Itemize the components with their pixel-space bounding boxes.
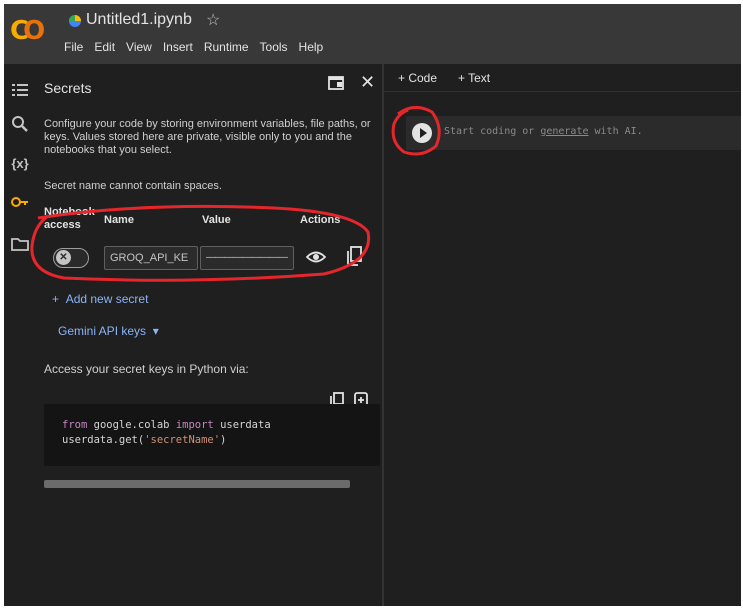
- secret-value-field[interactable]: —————————: [200, 246, 294, 270]
- drive-icon: [69, 15, 81, 27]
- menu-tools[interactable]: Tools: [260, 40, 288, 54]
- menu-runtime[interactable]: Runtime: [204, 40, 249, 54]
- gemini-api-keys-dropdown[interactable]: Gemini API keys ▾: [58, 324, 159, 338]
- placeholder-text: Start coding or: [444, 126, 541, 137]
- column-notebook-access: Notebook access: [44, 206, 95, 231]
- column-name: Name: [104, 214, 134, 226]
- add-text-button[interactable]: + Text: [458, 71, 490, 85]
- placeholder-text: with AI.: [588, 126, 643, 137]
- add-secret-label: Add new secret: [65, 292, 149, 306]
- code-module: google.colab: [87, 419, 176, 431]
- toggle-off-icon: ✕: [56, 250, 71, 265]
- horizontal-scrollbar[interactable]: [44, 480, 350, 488]
- add-code-label: Code: [408, 71, 438, 85]
- code-keyword: from: [62, 419, 88, 431]
- code-name: userdata: [213, 419, 271, 431]
- open-in-tab-icon[interactable]: [328, 76, 344, 90]
- access-instructions: Access your secret keys in Python via:: [44, 362, 249, 376]
- panel-title: Secrets: [44, 80, 92, 96]
- notebook-title[interactable]: Untitled1.ipynb: [86, 11, 192, 29]
- colab-logo[interactable]: CO: [10, 16, 45, 46]
- add-new-secret-button[interactable]: + Add new secret: [52, 292, 148, 306]
- close-icon[interactable]: ✕: [360, 72, 375, 93]
- menu-file[interactable]: File: [64, 40, 83, 54]
- variables-icon[interactable]: {x}: [10, 156, 30, 176]
- folder-icon[interactable]: [10, 234, 30, 254]
- generate-link[interactable]: generate: [540, 126, 588, 137]
- code-paren: ): [220, 434, 227, 446]
- code-call: userdata.get(: [62, 434, 145, 446]
- chevron-down-icon: ▾: [146, 324, 159, 338]
- column-value: Value: [202, 214, 231, 226]
- notebook-toolbar: + Code + Text: [384, 64, 741, 92]
- menu-bar: File Edit View Insert Runtime Tools Help: [64, 40, 323, 54]
- notebook-area: + Code + Text Start coding or generate w…: [384, 64, 741, 606]
- search-icon[interactable]: [10, 114, 30, 134]
- code-snippet: from google.colab import userdata userda…: [44, 404, 380, 466]
- left-rail: {x}: [4, 64, 38, 606]
- code-cell[interactable]: Start coding or generate with AI.: [406, 116, 741, 150]
- secrets-panel: Secrets ✕ Configure your code by storing…: [38, 64, 382, 606]
- notebook-access-toggle[interactable]: ✕: [53, 248, 89, 268]
- menu-help[interactable]: Help: [299, 40, 324, 54]
- colab-window: CO Untitled1.ipynb ☆ File Edit View Inse…: [4, 4, 741, 606]
- header: CO Untitled1.ipynb ☆ File Edit View Inse…: [4, 4, 741, 64]
- add-code-button[interactable]: + Code: [398, 71, 437, 85]
- plus-icon: +: [52, 292, 66, 306]
- run-cell-button[interactable]: [412, 123, 432, 143]
- copy-icon[interactable]: [346, 246, 362, 266]
- secret-name-field[interactable]: GROQ_API_KE: [104, 246, 198, 270]
- plus-icon: +: [398, 71, 409, 85]
- code-string: 'secretName': [144, 434, 221, 446]
- cell-placeholder[interactable]: Start coding or generate with AI.: [444, 126, 643, 137]
- add-text-label: Text: [468, 71, 491, 85]
- star-icon[interactable]: ☆: [206, 10, 220, 30]
- menu-view[interactable]: View: [126, 40, 152, 54]
- secrets-description: Configure your code by storing environme…: [44, 118, 371, 156]
- key-icon[interactable]: [10, 192, 30, 212]
- toc-icon[interactable]: [10, 80, 30, 100]
- code-keyword: import: [175, 419, 214, 431]
- gemini-label: Gemini API keys: [58, 324, 147, 338]
- menu-insert[interactable]: Insert: [163, 40, 193, 54]
- plus-icon: +: [458, 71, 469, 85]
- name-warning: Secret name cannot contain spaces.: [44, 180, 222, 192]
- column-actions: Actions: [300, 214, 341, 226]
- eye-icon[interactable]: [306, 250, 326, 264]
- menu-edit[interactable]: Edit: [94, 40, 115, 54]
